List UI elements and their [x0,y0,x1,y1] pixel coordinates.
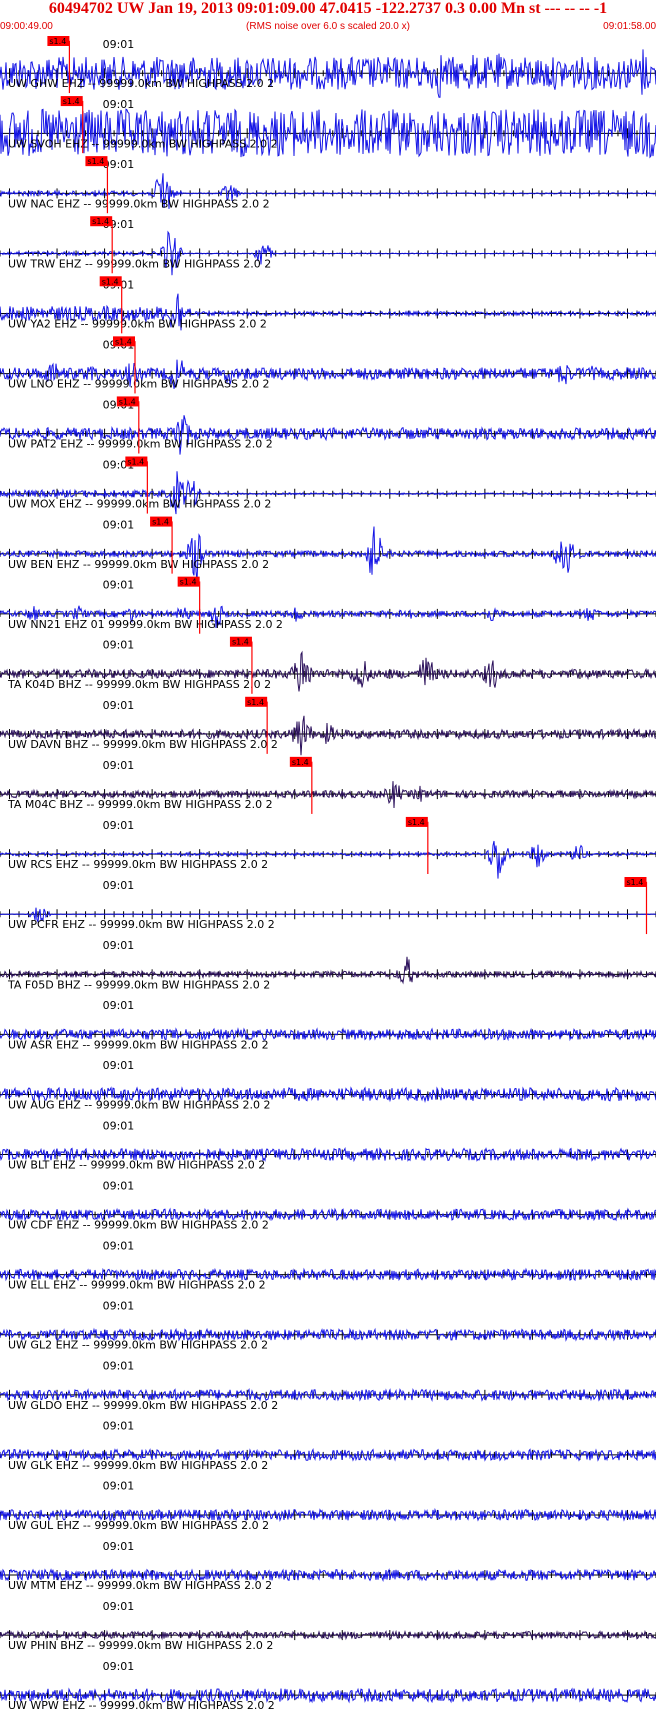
time-tick-label: 09:01 [103,1119,135,1132]
time-tick-label: 09:01 [103,38,135,51]
station-label: UW AUG EHZ -- 99999.0km BW HIGHPASS 2.0 … [8,1098,271,1111]
station-label: UW BLT EHZ -- 99999.0km BW HIGHPASS 2.0 … [8,1159,265,1172]
trace-row: UW RCS EHZ -- 99999.0km BW HIGHPASS 2.0 … [0,816,656,879]
time-tick-label: 09:01 [103,1420,135,1433]
trace-row: UW PHIN BHZ -- 99999.0km BW HIGHPASS 2.0… [0,1600,656,1652]
station-label: UW GLDO EHZ -- 99999.0km BW HIGHPASS 2.0… [8,1399,278,1412]
station-label: UW SVOH EHZ -- 99999.0km BW HIGHPASS 2.0… [8,137,278,150]
seismogram-plot: UW GHW EHZ -- 99999.0km BW HIGHPASS 2.0 … [0,36,656,1712]
trace-row: UW NN21 EHZ 01 99999.0km BW HIGHPASS 2.0… [0,576,656,634]
end-time: 09:01:58.00 [603,21,656,32]
station-label: UW YA2 EHZ -- 99999.0km BW HIGHPASS 2.0 … [8,318,267,331]
station-label: UW ELL EHZ -- 99999.0km BW HIGHPASS 2.0 … [8,1279,266,1292]
trace-row: UW DAVN BHZ -- 99999.0km BW HIGHPASS 2.0… [0,696,656,756]
station-label: UW GL2 EHZ -- 99999.0km BW HIGHPASS 2.0 … [8,1339,268,1352]
trace-row: UW GHW EHZ -- 99999.0km BW HIGHPASS 2.0 … [0,36,656,98]
time-tick-label: 09:01 [103,939,135,952]
time-tick-label: 09:01 [103,98,135,111]
trace-row: UW LNO EHZ -- 99999.0km BW HIGHPASS 2.0 … [0,336,656,394]
trace-row: UW SVOH EHZ -- 99999.0km BW HIGHPASS 2.0… [0,96,656,159]
station-label: UW MOX EHZ -- 99999.0km BW HIGHPASS 2.0 … [8,498,271,511]
trace-row: UW GL2 EHZ -- 99999.0km BW HIGHPASS 2.0 … [0,1300,656,1352]
pick-tag: s1.4 [49,37,66,46]
time-tick-label: 09:01 [103,1059,135,1072]
station-label: UW PCFR EHZ -- 99999.0km BW HIGHPASS 2.0… [8,918,275,931]
station-label: UW PHIN BHZ -- 99999.0km BW HIGHPASS 2.0… [8,1639,273,1652]
station-label: UW BEN EHZ -- 99999.0km BW HIGHPASS 2.0 … [8,558,269,571]
pick-tag: s1.4 [92,217,109,226]
station-label: UW GLK EHZ -- 99999.0km BW HIGHPASS 2.0 … [8,1459,268,1472]
time-tick-label: 09:01 [103,1480,135,1493]
trace-row: UW BLT EHZ -- 99999.0km BW HIGHPASS 2.0 … [0,1119,656,1172]
time-tick-label: 09:01 [103,1179,135,1192]
trace-row: UW ASR EHZ -- 99999.0km BW HIGHPASS 2.0 … [0,999,656,1051]
station-label: UW LNO EHZ -- 99999.0km BW HIGHPASS 2.0 … [8,378,269,391]
time-tick-label: 09:01 [103,1300,135,1313]
station-label: TA F05D BHZ -- 99999.0km BW HIGHPASS 2.0… [7,978,270,991]
trace-row: UW MOX EHZ -- 99999.0km BW HIGHPASS 2.0 … [0,456,656,515]
time-tick-label: 09:01 [103,1360,135,1373]
time-tick-label: 09:01 [103,759,135,772]
station-label: UW DAVN BHZ -- 99999.0km BW HIGHPASS 2.0… [8,738,278,751]
pick-tag: s1.4 [127,458,144,467]
trace-row: UW YA2 EHZ -- 99999.0km BW HIGHPASS 2.0 … [0,276,656,334]
trace-row: TA K04D BHZ -- 99999.0km BW HIGHPASS 2.0… [0,636,656,694]
station-label: UW WPW EHZ -- 99999.0km BW HIGHPASS 2.0 … [8,1699,275,1712]
station-label: UW NN21 EHZ 01 99999.0km BW HIGHPASS 2.0… [8,618,283,631]
pick-tag: s1.4 [87,157,104,166]
station-label: UW NAC EHZ -- 99999.0km BW HIGHPASS 2.0 … [8,197,270,210]
pick-tag: s1.4 [408,818,425,827]
plot-header: 60494702 UW Jan 19, 2013 09:01:09.00 47.… [0,0,656,36]
station-label: UW PAT2 EHZ -- 99999.0km BW HIGHPASS 2.0… [8,438,273,451]
scaling-note: (RMS noise over 6.0 s scaled 20.0 x) [246,21,410,32]
station-label: TA M04C BHZ -- 99999.0km BW HIGHPASS 2.0… [7,798,273,811]
time-tick-label: 09:01 [103,519,135,532]
trace-row: UW MTM EHZ -- 99999.0km BW HIGHPASS 2.0 … [0,1540,656,1592]
pick-tag: s1.4 [119,397,136,406]
time-tick-label: 09:01 [103,639,135,652]
station-label: UW MTM EHZ -- 99999.0km BW HIGHPASS 2.0 … [8,1579,272,1592]
pick-tag: s1.4 [102,277,119,286]
trace-row: UW GLDO EHZ -- 99999.0km BW HIGHPASS 2.0… [0,1360,656,1412]
time-tick-label: 09:01 [103,1660,135,1673]
trace-row: UW GLK EHZ -- 99999.0km BW HIGHPASS 2.0 … [0,1420,656,1472]
time-tick-label: 09:01 [103,819,135,832]
trace-row: UW PCFR EHZ -- 99999.0km BW HIGHPASS 2.0… [0,877,656,935]
time-tick-label: 09:01 [103,1239,135,1252]
station-label: UW GUL EHZ -- 99999.0km BW HIGHPASS 2.0 … [8,1519,269,1532]
waveform [0,526,656,582]
trace-row: UW CDF EHZ -- 99999.0km BW HIGHPASS 2.0 … [0,1179,656,1232]
trace-row: UW ELL EHZ -- 99999.0km BW HIGHPASS 2.0 … [0,1239,656,1292]
trace-row: UW GUL EHZ -- 99999.0km BW HIGHPASS 2.0 … [0,1480,656,1532]
trace-row: TA F05D BHZ -- 99999.0km BW HIGHPASS 2.0… [0,939,656,991]
pick-tag: s1.4 [63,97,80,106]
time-tick-label: 09:01 [103,1600,135,1613]
time-tick-label: 09:01 [103,699,135,712]
station-label: UW GHW EHZ -- 99999.0km BW HIGHPASS 2.0 … [8,77,274,90]
time-tick-label: 09:01 [103,1540,135,1553]
trace-row: UW AUG EHZ -- 99999.0km BW HIGHPASS 2.0 … [0,1059,656,1111]
pick-tag: s1.4 [115,337,132,346]
station-label: TA K04D BHZ -- 99999.0km BW HIGHPASS 2.0… [7,678,271,691]
trace-row: UW TRW EHZ -- 99999.0km BW HIGHPASS 2.0 … [0,216,656,276]
trace-row: UW NAC EHZ -- 99999.0km BW HIGHPASS 2.0 … [0,156,656,214]
pick-tag: s1.4 [180,578,197,587]
event-title: 60494702 UW Jan 19, 2013 09:01:09.00 47.… [48,0,608,17]
pick-tag: s1.4 [152,518,169,527]
station-label: UW RCS EHZ -- 99999.0km BW HIGHPASS 2.0 … [8,858,268,871]
trace-row: UW WPW EHZ -- 99999.0km BW HIGHPASS 2.0 … [0,1660,656,1712]
time-tick-label: 09:01 [103,879,135,892]
time-tick-label: 09:01 [103,999,135,1012]
station-label: UW TRW EHZ -- 99999.0km BW HIGHPASS 2.0 … [8,257,271,270]
trace-row: UW BEN EHZ -- 99999.0km BW HIGHPASS 2.0 … [0,516,656,582]
station-label: UW CDF EHZ -- 99999.0km BW HIGHPASS 2.0 … [8,1219,269,1232]
pick-tag: s1.4 [232,638,249,647]
pick-tag: s1.4 [247,698,264,707]
pick-tag: s1.4 [626,878,643,887]
pick-tag: s1.4 [292,758,309,767]
time-tick-label: 09:01 [103,579,135,592]
trace-row: UW PAT2 EHZ -- 99999.0km BW HIGHPASS 2.0… [0,396,656,455]
trace-row: TA M04C BHZ -- 99999.0km BW HIGHPASS 2.0… [0,756,656,814]
station-label: UW ASR EHZ -- 99999.0km BW HIGHPASS 2.0 … [8,1038,269,1051]
